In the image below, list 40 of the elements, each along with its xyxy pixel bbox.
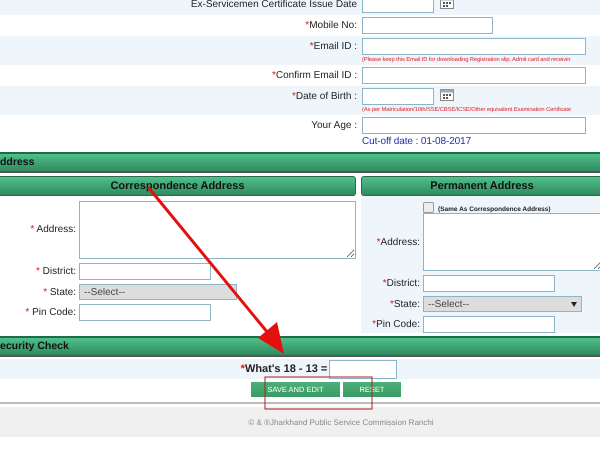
field-label: *Confirm Email ID :: [272, 70, 357, 81]
text-input[interactable]: [79, 263, 211, 280]
text-input[interactable]: [79, 304, 211, 321]
footer-text: © & ®Jharkhand Public Service Commission Ranchi: [248, 418, 434, 426]
text-input[interactable]: [362, 0, 434, 13]
text-input[interactable]: [362, 17, 493, 34]
field-label: *Email ID :: [310, 41, 357, 52]
field-label: *State:: [390, 298, 420, 310]
field-label: *Date of Birth :: [292, 91, 357, 102]
text-input[interactable]: [362, 117, 586, 134]
column-header: Correspondence Address: [0, 176, 356, 196]
field-label: * Address:: [30, 224, 76, 235]
captcha-input[interactable]: [329, 360, 398, 378]
field-label: * Pin Code:: [25, 307, 76, 318]
text-input[interactable]: [423, 316, 555, 333]
address-textarea[interactable]: [423, 213, 600, 271]
address-textarea[interactable]: [79, 201, 356, 259]
section-header: ecurity Check: [0, 336, 600, 357]
field-label: *Mobile No:: [305, 20, 357, 31]
calendar-icon[interactable]: [440, 0, 454, 9]
calendar-icon[interactable]: [440, 89, 454, 101]
field-label: Ex-Servicemen Certificate Issue Date: [190, 0, 357, 10]
text-input[interactable]: [423, 275, 555, 292]
field-label: Your Age :: [311, 120, 357, 131]
field-label: *Pin Code:: [372, 319, 420, 330]
state-dropdown[interactable]: --Select--: [423, 296, 582, 312]
captcha-question: *What's 18 - 13 =: [240, 363, 328, 375]
state-dropdown[interactable]: --Select--: [79, 284, 237, 300]
field-label: * State:: [43, 286, 76, 298]
text-input[interactable]: [362, 88, 434, 105]
text-input[interactable]: [362, 38, 586, 55]
field-label: *District:: [382, 278, 420, 289]
column-header: Permanent Address: [361, 176, 600, 196]
section-header: ddress: [0, 152, 600, 173]
caret-icon: [571, 302, 577, 306]
hint-text: Cut-off date : 01-08-2017: [362, 136, 472, 147]
checkbox[interactable]: [423, 202, 434, 213]
field-label: * District:: [36, 266, 76, 277]
field-label: *Address:: [376, 236, 420, 248]
text-input[interactable]: [362, 67, 586, 84]
